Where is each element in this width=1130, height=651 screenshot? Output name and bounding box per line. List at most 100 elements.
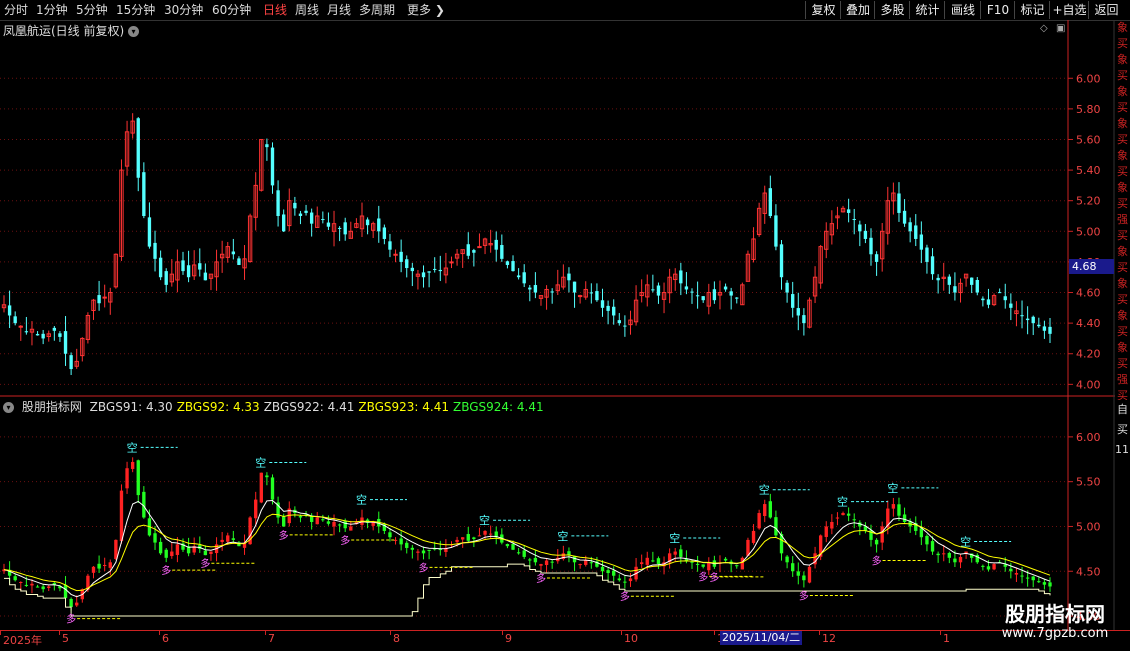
ind-candle-body xyxy=(30,583,34,586)
ind-candle-body xyxy=(410,547,415,550)
ind-candle-body xyxy=(97,563,101,569)
ind-candle-body xyxy=(114,539,118,559)
ind-candle-body xyxy=(136,460,140,496)
date-tick xyxy=(265,631,266,635)
date-label-1: 5 xyxy=(62,632,69,645)
ind-candle-body xyxy=(763,504,767,517)
date-tick xyxy=(159,631,160,635)
candle-body xyxy=(902,210,907,224)
candle-body xyxy=(768,188,772,216)
candle-body xyxy=(181,260,185,272)
kong-signal: 空 xyxy=(479,513,490,527)
candle-body xyxy=(567,273,571,281)
ind-candle-body xyxy=(707,562,711,571)
ind-candle-body xyxy=(153,533,157,543)
candle-body xyxy=(63,331,68,354)
date-tick xyxy=(714,631,715,635)
ind-candle-body xyxy=(539,564,543,566)
ind-candle-body xyxy=(919,528,924,538)
candle-body xyxy=(231,251,236,255)
ind-candle-body xyxy=(679,549,683,557)
ind-candle-body xyxy=(645,557,649,565)
candle-body xyxy=(791,294,795,308)
indicator-name: 股朋指标网 xyxy=(21,400,82,414)
ind-candle-body xyxy=(298,516,303,518)
candle-body xyxy=(1025,318,1030,321)
ind-candle-body xyxy=(1042,582,1047,585)
ind-candle-body xyxy=(897,504,901,516)
candle-body xyxy=(623,325,627,327)
ind-candle-body xyxy=(695,563,700,565)
candle-body xyxy=(309,212,314,224)
ind-candle-body xyxy=(203,550,208,556)
candle-body xyxy=(863,230,868,239)
duo-signal: 多 xyxy=(620,590,630,603)
ind-candle-body xyxy=(1020,575,1024,577)
ind-candle-body xyxy=(175,544,180,555)
ind-candle-body xyxy=(1014,573,1019,575)
ind-candle-body xyxy=(220,539,224,542)
ind-candle-body xyxy=(925,535,929,545)
date-tick xyxy=(502,631,503,635)
date-tick xyxy=(390,631,391,635)
candle-body xyxy=(947,276,951,285)
ind-candle-body xyxy=(388,532,392,538)
ind-candle-body xyxy=(841,513,845,516)
candle-body xyxy=(203,272,208,281)
ind-candle-body xyxy=(735,565,739,567)
ind-candle-body xyxy=(315,517,319,525)
candle-body xyxy=(326,222,331,227)
date-tick xyxy=(0,631,1,635)
candle-body xyxy=(997,292,1002,294)
price-label-0: 6.00 xyxy=(1076,72,1101,85)
candle-body xyxy=(735,297,739,299)
ind-candle-body xyxy=(472,537,476,539)
indicator-header: ▾ 股朋指标网 ZBGS91: 4.30 ZBGS92: 4.33 ZBGS922:… xyxy=(3,398,552,415)
candle-body xyxy=(858,224,862,232)
ind-candle-body xyxy=(880,526,884,543)
ind-candle-body xyxy=(108,562,112,568)
ind-candle-body xyxy=(63,584,68,599)
candle-body xyxy=(35,333,40,336)
ind-candle-body xyxy=(796,571,800,576)
ind-candle-body xyxy=(947,552,951,558)
candle-body xyxy=(975,280,979,293)
candle-body xyxy=(785,282,789,293)
ind-candle-body xyxy=(516,552,521,554)
ind-candle-body xyxy=(13,576,17,581)
ind-candle-body xyxy=(785,556,789,563)
ind-candle-body xyxy=(393,539,398,541)
candle-body xyxy=(874,254,879,262)
ind-candle-body xyxy=(578,564,582,566)
ind-candle-body xyxy=(259,472,263,503)
ind-candle-body xyxy=(807,566,812,583)
ind-candle-body xyxy=(209,551,213,554)
candle-body xyxy=(729,291,733,296)
candle-body xyxy=(466,244,470,256)
candle-body xyxy=(679,270,683,284)
chart-area[interactable]: 6.005.805.605.405.205.004.804.604.404.20… xyxy=(0,0,1130,650)
kong-signal: 空 xyxy=(669,531,680,545)
indicator-chevron-icon[interactable]: ▾ xyxy=(3,402,14,413)
ind-candle-body xyxy=(24,584,29,586)
candle-body xyxy=(282,214,286,232)
candle-body xyxy=(438,269,442,272)
duo-signal: 多 xyxy=(698,570,708,583)
ind-candle-body xyxy=(1025,577,1030,579)
ind-candle-body xyxy=(265,475,269,478)
price-label-8: 4.40 xyxy=(1076,317,1101,330)
ind-candle-body xyxy=(528,559,532,561)
candle-body xyxy=(69,355,73,370)
candle-body xyxy=(265,144,269,148)
candle-body xyxy=(595,291,599,301)
ind-candle-body xyxy=(511,543,515,550)
candle-body xyxy=(142,172,146,216)
ind-candle-body xyxy=(942,553,946,555)
candle-body xyxy=(1042,326,1047,331)
ind-candle-body xyxy=(740,557,745,570)
ind-candle-body xyxy=(533,557,538,563)
candle-body xyxy=(382,227,387,239)
ind-candle-body xyxy=(125,468,129,489)
ind-candle-body xyxy=(612,570,616,576)
ind-candle-body xyxy=(321,519,325,521)
